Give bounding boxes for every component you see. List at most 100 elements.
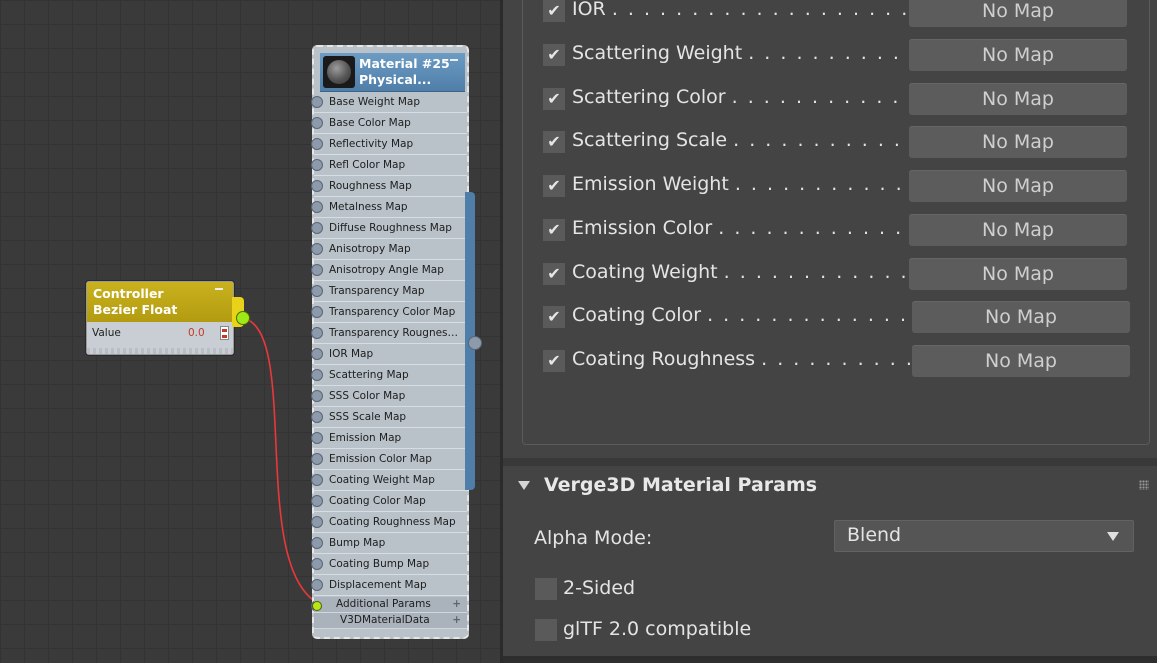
map-slot[interactable]: Emission Map [311, 429, 467, 449]
map-input-socket[interactable] [311, 96, 323, 108]
controller-output-socket[interactable] [236, 311, 250, 325]
map-param-label: Scattering Weight . . . . . . . . . . . … [572, 42, 933, 64]
map-slot[interactable]: Displacement Map [311, 576, 467, 596]
minimize-icon[interactable] [215, 288, 223, 290]
v3d-material-data-row[interactable]: V3DMaterialData + [314, 613, 467, 629]
map-slot[interactable]: Coating Roughness Map [311, 513, 467, 533]
map-slot[interactable]: Refl Color Map [311, 156, 467, 176]
no-map-button[interactable]: No Map [912, 301, 1130, 333]
map-input-socket[interactable] [311, 243, 323, 255]
map-slot[interactable]: Transparency Map [311, 282, 467, 302]
value-field[interactable]: 0.0 [188, 327, 205, 339]
map-param-label: Scattering Color . . . . . . . . . . . .… [572, 86, 933, 108]
param-name: Coating Color [572, 304, 702, 326]
map-input-socket[interactable] [311, 453, 323, 465]
material-node[interactable]: Material #25 Physical... Base Weight Map… [311, 45, 469, 639]
map-enable-checkbox[interactable]: ✔ [543, 44, 565, 66]
no-map-button[interactable]: No Map [909, 258, 1127, 290]
map-slot[interactable]: Diffuse Roughness Map [311, 219, 467, 239]
map-slot[interactable]: Metalness Map [311, 198, 467, 218]
map-slot[interactable]: Anisotropy Map [311, 240, 467, 260]
map-input-socket[interactable] [311, 537, 323, 549]
map-slot-label: Coating Bump Map [329, 558, 430, 570]
map-param-label: Emission Color . . . . . . . . . . . . .… [572, 217, 935, 239]
map-slot[interactable]: Emission Color Map [311, 450, 467, 470]
map-enable-checkbox[interactable]: ✔ [543, 175, 565, 197]
two-sided-checkbox[interactable] [535, 578, 557, 600]
controller-node-header[interactable]: Controller Bezier Float [87, 282, 233, 322]
slate-node-view[interactable]: Controller Bezier Float Value 0.0 Materi… [0, 0, 500, 663]
controller-node[interactable]: Controller Bezier Float Value 0.0 [86, 281, 234, 355]
map-slot[interactable]: Scattering Map [311, 366, 467, 386]
expand-plus-icon[interactable]: + [452, 613, 461, 628]
map-slot[interactable]: Coating Color Map [311, 492, 467, 512]
map-slot[interactable]: Base Weight Map [311, 93, 467, 113]
value-spinner-icon[interactable] [220, 326, 229, 340]
no-map-button[interactable]: No Map [909, 83, 1127, 115]
map-input-socket[interactable] [311, 180, 323, 192]
map-enable-checkbox[interactable]: ✔ [543, 263, 565, 285]
map-slot[interactable]: SSS Scale Map [311, 408, 467, 428]
map-input-socket[interactable] [311, 264, 323, 276]
map-input-socket[interactable] [311, 432, 323, 444]
map-slot[interactable]: Base Color Map [311, 114, 467, 134]
map-enable-checkbox[interactable]: ✔ [543, 350, 565, 372]
map-input-socket[interactable] [311, 222, 323, 234]
no-map-button[interactable]: No Map [909, 0, 1127, 27]
map-input-socket[interactable] [311, 411, 323, 423]
map-input-socket[interactable] [311, 558, 323, 570]
map-slot[interactable]: Coating Bump Map [311, 555, 467, 575]
map-input-socket[interactable] [311, 201, 323, 213]
drag-grip-icon[interactable] [1139, 480, 1149, 490]
map-slot-label: IOR Map [329, 348, 374, 360]
material-node-header[interactable]: Material #25 Physical... [320, 53, 465, 92]
no-map-button[interactable]: No Map [912, 345, 1130, 377]
map-input-socket[interactable] [311, 369, 323, 381]
map-input-socket[interactable] [311, 579, 323, 591]
map-input-socket[interactable] [311, 285, 323, 297]
material-output-socket[interactable] [468, 336, 482, 350]
dropdown-arrow-icon[interactable] [1107, 532, 1119, 541]
map-slot[interactable]: Anisotropy Angle Map [311, 261, 467, 281]
no-map-button[interactable]: No Map [909, 39, 1127, 71]
map-enable-checkbox[interactable]: ✔ [543, 0, 565, 22]
minimize-icon[interactable] [450, 59, 458, 61]
map-input-socket[interactable] [311, 306, 323, 318]
map-slot[interactable]: Transparency Rougness... [311, 324, 467, 344]
map-input-socket[interactable] [311, 390, 323, 402]
map-slot[interactable]: Roughness Map [311, 177, 467, 197]
node-resize-grip[interactable] [87, 348, 233, 354]
rollout-title[interactable]: Verge3D Material Params [544, 474, 817, 496]
map-slot[interactable]: Reflectivity Map [311, 135, 467, 155]
additional-params-socket[interactable] [312, 601, 322, 611]
map-enable-checkbox[interactable]: ✔ [543, 306, 565, 328]
no-map-button[interactable]: No Map [909, 170, 1127, 202]
no-map-button[interactable]: No Map [909, 126, 1127, 158]
map-enable-checkbox[interactable]: ✔ [543, 88, 565, 110]
map-input-socket[interactable] [311, 327, 323, 339]
map-slot[interactable]: IOR Map [311, 345, 467, 365]
map-enable-checkbox[interactable]: ✔ [543, 219, 565, 241]
map-input-socket[interactable] [311, 516, 323, 528]
expand-plus-icon[interactable]: + [452, 597, 461, 612]
map-input-socket[interactable] [311, 117, 323, 129]
map-slot[interactable]: SSS Color Map [311, 387, 467, 407]
map-slot[interactable]: Bump Map [311, 534, 467, 554]
map-slot[interactable]: Transparency Color Map [311, 303, 467, 323]
no-map-button[interactable]: No Map [909, 214, 1127, 246]
additional-params-row[interactable]: Additional Params + [312, 597, 467, 613]
map-enable-checkbox[interactable]: ✔ [543, 131, 565, 153]
alpha-mode-dropdown[interactable]: Blend [834, 520, 1134, 552]
collapse-arrow-icon[interactable] [518, 481, 530, 490]
map-param-row: ✔ IOR . . . . . . . . . . . . . . . . . .… [503, 0, 1143, 36]
map-input-socket[interactable] [311, 474, 323, 486]
map-input-socket[interactable] [311, 495, 323, 507]
gltf-compatible-checkbox[interactable] [535, 619, 557, 641]
map-input-socket[interactable] [311, 138, 323, 150]
alpha-mode-label: Alpha Mode: [534, 527, 653, 549]
param-name: Emission Color [572, 217, 713, 239]
map-slot[interactable]: Coating Weight Map [311, 471, 467, 491]
param-name: Scattering Scale [572, 129, 728, 151]
map-input-socket[interactable] [311, 348, 323, 360]
map-input-socket[interactable] [311, 159, 323, 171]
